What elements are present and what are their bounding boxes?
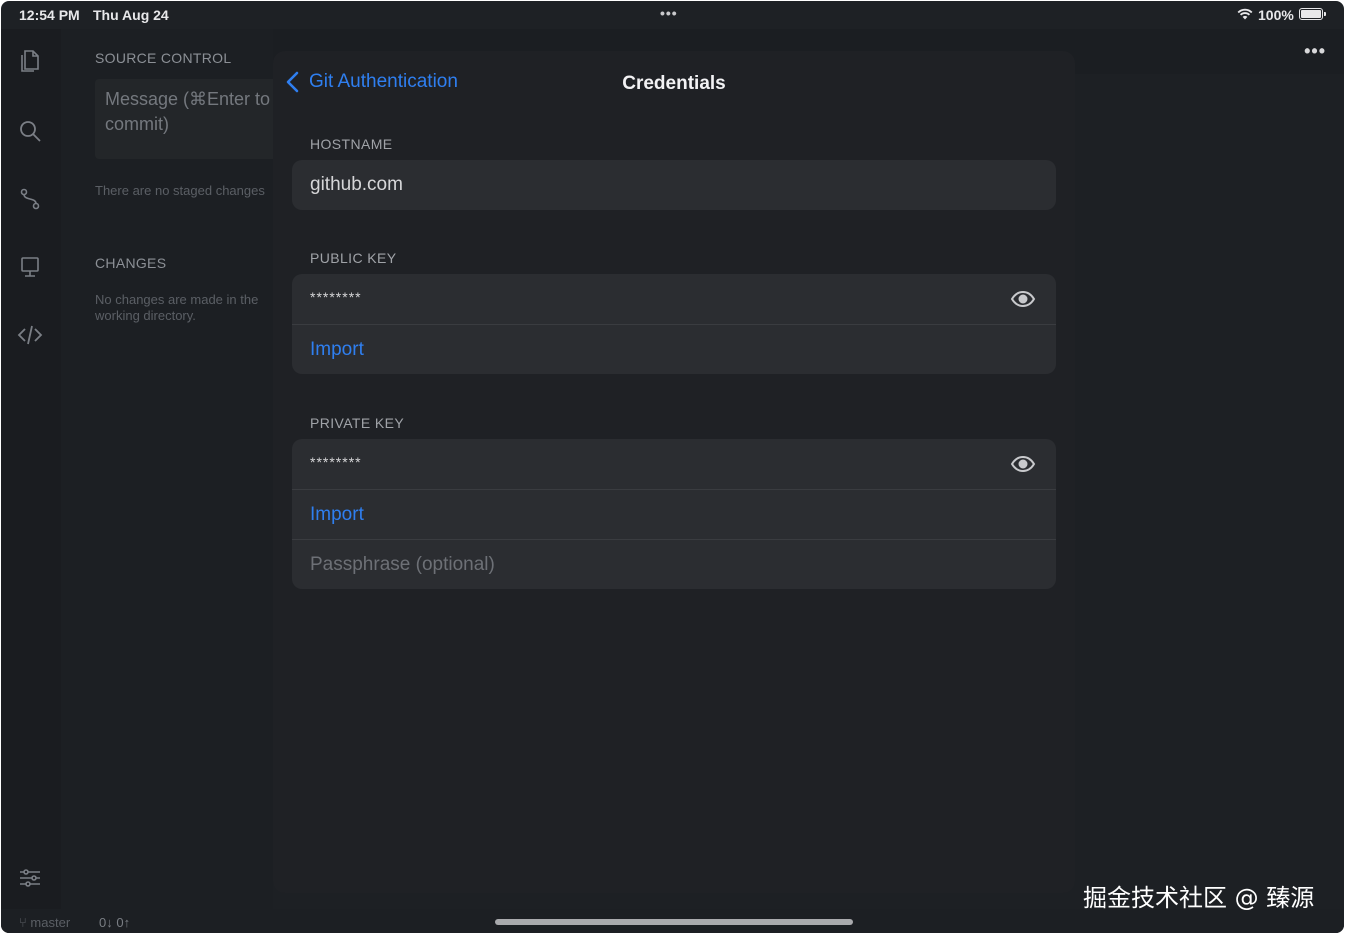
private-key-label: PRIVATE KEY	[310, 415, 405, 431]
wifi-icon	[1237, 7, 1253, 23]
search-icon[interactable]	[16, 117, 44, 145]
source-control-title: SOURCE CONTROL	[95, 50, 232, 66]
eye-icon[interactable]	[1010, 289, 1036, 309]
eye-icon[interactable]	[1010, 454, 1036, 474]
changes-title[interactable]: CHANGES	[95, 255, 166, 271]
hostname-label: HOSTNAME	[310, 136, 393, 152]
public-key-field[interactable]: ********	[292, 274, 1056, 324]
branch-name: master	[30, 915, 71, 930]
settings-sliders-icon[interactable]	[16, 864, 44, 892]
credentials-sheet: Git Authentication Credentials HOSTNAME …	[273, 51, 1075, 893]
more-options-button[interactable]: •••	[1304, 41, 1326, 62]
public-key-masked-value: ********	[310, 289, 362, 305]
activity-bar	[1, 29, 61, 909]
private-key-field[interactable]: ********	[292, 439, 1056, 489]
home-indicator[interactable]	[495, 919, 853, 925]
private-key-group: ******** Import Passphrase (optional)	[292, 439, 1056, 589]
branch-indicator[interactable]: ⑂ master	[19, 915, 70, 930]
private-key-masked-value: ********	[310, 454, 362, 470]
multitask-dots[interactable]: •••	[660, 5, 678, 21]
code-icon[interactable]	[16, 321, 44, 349]
passphrase-field[interactable]: Passphrase (optional)	[292, 539, 1056, 589]
watermark: 掘金技术社区 @ 臻源	[1083, 884, 1315, 912]
battery-percent: 100%	[1258, 7, 1294, 23]
staged-changes-note: There are no staged changes	[95, 183, 265, 198]
sheet-title: Credentials	[622, 73, 726, 94]
hostname-group: github.com	[292, 160, 1056, 210]
remote-icon[interactable]	[16, 253, 44, 281]
status-time: 12:54 PM	[19, 7, 80, 23]
sync-status[interactable]: 0↓ 0↑	[99, 915, 130, 930]
public-key-import-button[interactable]: Import	[292, 324, 1056, 374]
status-date: Thu Aug 24	[93, 7, 169, 23]
changes-note: No changes are made in the working direc…	[95, 292, 259, 323]
public-key-label: PUBLIC KEY	[310, 250, 397, 266]
source-control-icon[interactable]	[16, 185, 44, 213]
branch-icon: ⑂	[19, 915, 31, 930]
public-key-group: ******** Import	[292, 274, 1056, 374]
files-icon[interactable]	[16, 47, 44, 75]
private-key-import-button[interactable]: Import	[292, 489, 1056, 539]
status-bar: 12:54 PM Thu Aug 24 ••• 100%	[1, 1, 1344, 29]
source-control-sidebar: SOURCE CONTROL Message (⌘Enter to commit…	[61, 29, 325, 909]
ipad-screen: 12:54 PM Thu Aug 24 ••• 100% SOURCE CONT	[1, 1, 1344, 933]
hostname-field[interactable]: github.com	[292, 160, 1056, 210]
battery-icon	[1299, 8, 1326, 20]
